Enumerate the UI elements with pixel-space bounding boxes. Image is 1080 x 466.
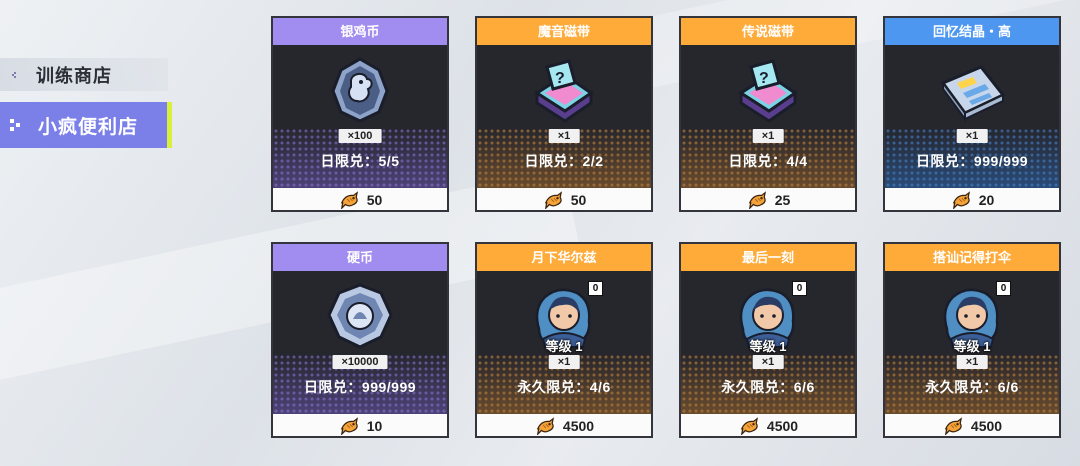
exchange-limit: 永久限兑：4/6 [517,379,611,395]
price-bar: 4500 [681,414,855,436]
sidebar-item-convenience-store[interactable]: 小疯便利店 [0,102,172,148]
price-bar: 25 [681,188,855,210]
fried-fish-coin-icon [741,418,758,435]
item-price: 4500 [766,418,799,434]
fried-fish-coin-icon [340,192,358,209]
price-bar: 4500 [885,414,1059,436]
item-quantity: ×1 [752,355,784,369]
item-name: 硬币 [273,244,447,271]
shop-item-card[interactable]: 魔音磁带 ×1 日限兑：2/2 50 [475,16,653,212]
item-level: 等级 1 [749,339,787,354]
item-price: 4500 [562,418,595,434]
item-price: 25 [774,192,791,208]
price-bar: 10 [273,414,447,436]
item-level: 等级 1 [545,339,583,354]
shop-item-card[interactable]: 最后一刻 0 等级 1 ×1 永久限兑：6/6 4500 [679,242,857,438]
rank-badge: 0 [588,281,603,296]
shop-item-card[interactable]: 月下华尔兹 0 等级 1 ×1 永久限兑：4/6 4500 [475,242,653,438]
price-bar: 50 [477,188,651,210]
fried-fish-coin-icon [945,418,962,435]
exchange-limit: 日限兑：4/4 [728,153,808,169]
item-quantity: ×1 [548,355,580,369]
mystery-tape-box-icon [739,59,797,123]
sidebar-item-label: 训练商店 [36,65,112,86]
item-name: 月下华尔兹 [477,244,651,271]
item-quantity: ×10000 [332,355,388,369]
fried-fish-coin-icon [544,192,562,209]
item-name: 搭讪记得打伞 [885,244,1059,271]
item-price: 10 [366,418,383,434]
memory-crystal-document-icon [941,65,1005,121]
fried-fish-coin-icon [340,418,358,435]
pixel-arrow-icon [6,114,28,136]
item-name: 魔音磁带 [477,18,651,45]
item-price: 20 [978,192,995,208]
sidebar-item-training-shop[interactable]: 训练商店 [0,58,168,91]
exchange-limit: 日限兑：5/5 [320,153,400,169]
item-quantity: ×1 [956,355,988,369]
rank-badge: 0 [996,281,1011,296]
item-price: 50 [366,192,383,208]
item-quantity: ×1 [752,129,784,143]
chevron-left-icon [4,64,26,86]
fried-fish-coin-icon [537,418,554,435]
exchange-limit: 日限兑：2/2 [524,153,604,169]
sidebar-item-label: 小疯便利店 [38,116,139,138]
exchange-limit: 永久限兑：6/6 [925,379,1019,395]
shop-item-card[interactable]: 回忆结晶・高 ×1 日限兑：999/999 20 [883,16,1061,212]
price-bar: 20 [885,188,1059,210]
item-name: 传说磁带 [681,18,855,45]
exchange-limit: 日限兑：999/999 [303,379,417,395]
coin-icon [327,283,393,349]
exchange-limit: 日限兑：999/999 [915,153,1029,169]
item-price: 50 [570,192,587,208]
item-name: 银鸡币 [273,18,447,45]
rank-badge: 0 [792,281,807,296]
shop-item-card[interactable]: 搭讪记得打伞 0 等级 1 ×1 永久限兑：6/6 4500 [883,242,1061,438]
item-quantity: ×1 [548,129,580,143]
item-level: 等级 1 [953,339,991,354]
exchange-limit: 永久限兑：6/6 [721,379,815,395]
item-name: 回忆结晶・高 [885,18,1059,45]
item-quantity: ×100 [338,129,382,143]
shop-item-card[interactable]: 银鸡币 ×100 日限兑：5/5 50 [271,16,449,212]
price-bar: 50 [273,188,447,210]
mystery-tape-box-icon [535,59,593,123]
item-price: 4500 [970,418,1003,434]
silver-chicken-coin-icon [331,57,389,123]
shop-item-card[interactable]: 传说磁带 ×1 日限兑：4/4 25 [679,16,857,212]
fried-fish-coin-icon [748,192,766,209]
shop-item-card[interactable]: 硬币 ×10000 日限兑：999/999 10 [271,242,449,438]
price-bar: 4500 [477,414,651,436]
fried-fish-coin-icon [952,192,970,209]
item-name: 最后一刻 [681,244,855,271]
item-quantity: ×1 [956,129,988,143]
